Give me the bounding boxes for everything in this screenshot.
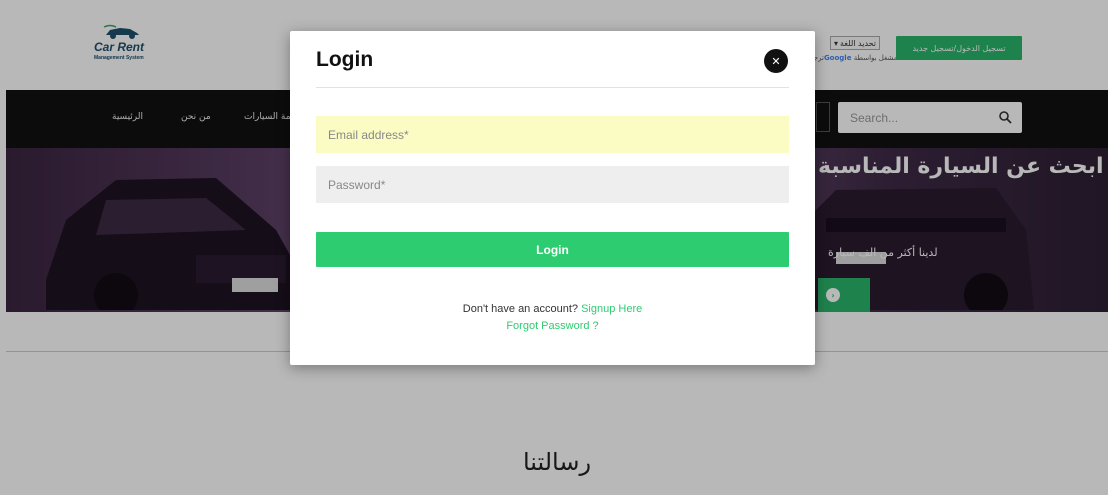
signup-link[interactable]: Signup Here (581, 303, 642, 315)
no-account-text: Don't have an account? (462, 303, 579, 315)
forgot-password-row: Forgot Password ? (290, 320, 815, 332)
login-modal: Login ✕ Login Don't have an account? Sig… (290, 31, 815, 365)
password-field[interactable] (316, 166, 789, 203)
close-icon[interactable]: ✕ (764, 49, 788, 73)
signup-prompt: Don't have an account? Signup Here (290, 303, 815, 315)
login-button[interactable]: Login (316, 232, 789, 267)
modal-divider (316, 87, 789, 88)
forgot-password-link[interactable]: Forgot Password ? (506, 320, 598, 332)
modal-title: Login (316, 48, 374, 71)
email-field[interactable] (316, 116, 789, 153)
